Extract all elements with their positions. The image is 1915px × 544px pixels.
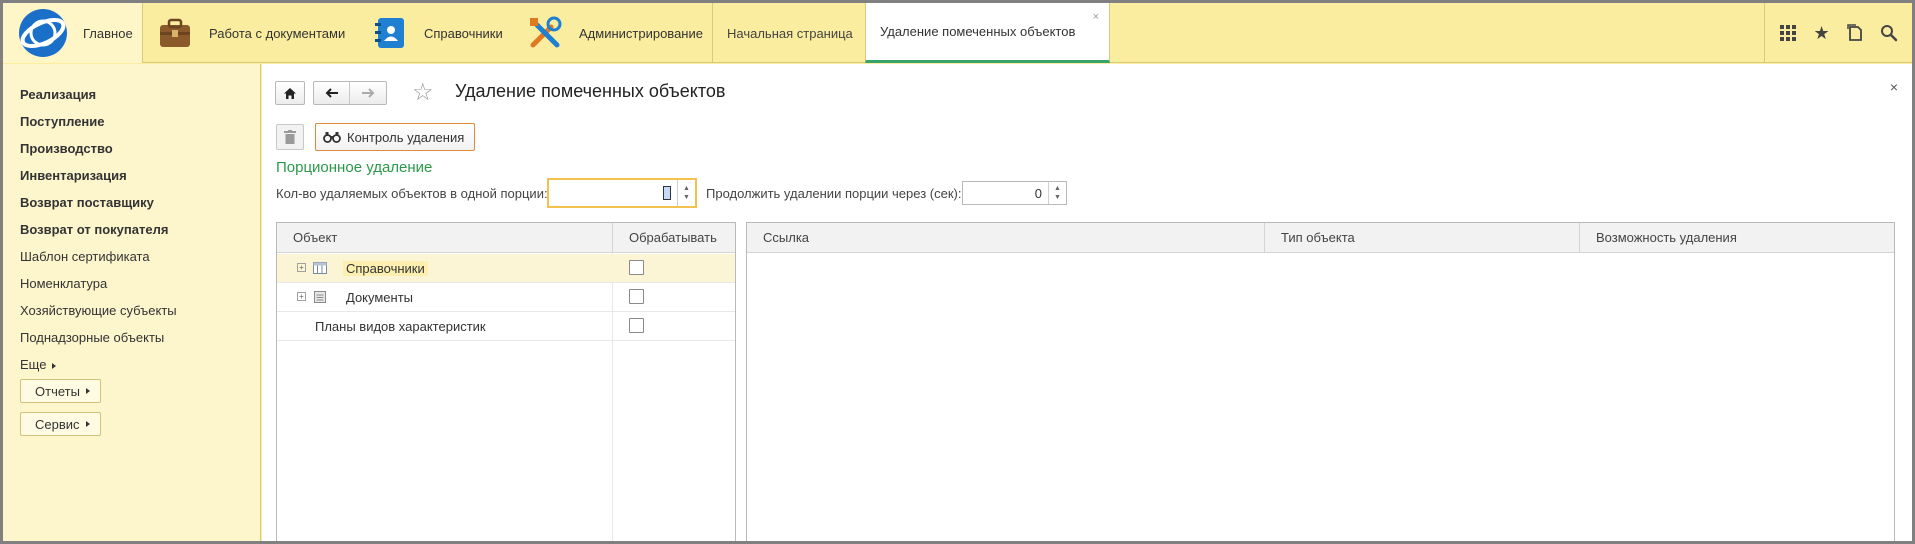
control-button-label: Контроль удаления	[347, 129, 465, 145]
back-button[interactable]	[314, 82, 350, 104]
row-label: Документы	[346, 290, 414, 305]
app-logo-icon	[19, 9, 67, 57]
tab-label: Начальная страница	[727, 25, 853, 41]
delete-button[interactable]	[276, 124, 304, 150]
table-row[interactable]: Планы видов характеристик	[277, 312, 735, 341]
column-object-type[interactable]: Тип объекта	[1264, 223, 1579, 253]
results-table: Ссылка Тип объекта Возможность удаления	[746, 222, 1895, 541]
delay-spinner[interactable]: ▲ ▼	[1048, 182, 1066, 204]
table-row[interactable]: + Справочники	[277, 254, 735, 283]
results-table-header: Ссылка Тип объекта Возможность удаления	[747, 223, 1894, 253]
column-deletion-possibility[interactable]: Возможность удаления	[1579, 223, 1894, 253]
home-label: Главное	[83, 25, 133, 41]
arrow-left-icon	[325, 88, 338, 98]
sidebar-item-more[interactable]: Еще	[20, 357, 57, 372]
spin-up-icon[interactable]: ▲	[683, 184, 690, 193]
deletion-control-button[interactable]: Контроль удаления	[315, 123, 475, 151]
page-title: Удаление помеченных объектов	[455, 81, 726, 101]
process-checkbox[interactable]	[629, 260, 644, 275]
section-catalogs[interactable]: Справочники	[372, 3, 503, 63]
trash-icon	[284, 130, 296, 144]
sidebar-item-receipts[interactable]: Поступление	[20, 114, 105, 129]
expand-toggle-icon[interactable]: +	[297, 263, 306, 272]
service-button[interactable]: Сервис	[20, 412, 101, 436]
sidebar: Реализация Поступление Производство Инве…	[3, 64, 261, 541]
sidebar-item-return-to-supplier[interactable]: Возврат поставщику	[20, 195, 154, 210]
section-label: Администрирование	[579, 25, 703, 41]
sidebar-item-supervised-objects[interactable]: Поднадзорные объекты	[20, 330, 164, 345]
home-section[interactable]: Главное	[3, 3, 143, 63]
caret-right-icon	[85, 388, 90, 394]
service-label: Сервис	[35, 416, 80, 432]
section-administration[interactable]: Администрирование	[527, 3, 703, 63]
tools-icon	[530, 16, 562, 48]
favorites-star-icon[interactable]: ★	[1811, 22, 1833, 44]
section-label: Работа с документами	[209, 25, 346, 41]
sidebar-item-production[interactable]: Производство	[20, 141, 113, 156]
tab-label: Удаление помеченных объектов	[880, 24, 1076, 39]
main-form: ☆ Удаление помеченных объектов × Контрол…	[262, 64, 1912, 541]
section-label: Справочники	[424, 25, 503, 41]
address-book-icon	[375, 18, 404, 48]
delay-seconds-value: 0	[1034, 185, 1042, 201]
spin-down-icon[interactable]: ▼	[1054, 193, 1061, 202]
text-cursor	[663, 186, 671, 200]
row-label: Справочники	[343, 254, 428, 283]
home-nav-button[interactable]	[275, 81, 305, 105]
document-icon	[314, 291, 326, 303]
reports-button[interactable]: Отчеты	[20, 379, 101, 403]
section-documents[interactable]: Работа с документами	[157, 3, 345, 63]
objects-table-header: Объект Обрабатывать	[277, 223, 735, 253]
portion-size-field[interactable]: ▲ ▼	[547, 178, 697, 208]
batch-deletion-group-title: Порционное удаление	[276, 159, 433, 176]
forward-button[interactable]	[350, 82, 386, 104]
delay-label: Продолжить удалении порции через (сек):	[706, 186, 962, 201]
caret-right-icon	[52, 363, 57, 369]
spin-down-icon[interactable]: ▼	[683, 193, 690, 202]
sidebar-item-business-entities[interactable]: Хозяйствующие субъекты	[20, 303, 177, 318]
process-checkbox[interactable]	[629, 318, 644, 333]
table-row[interactable]: + Документы	[277, 283, 735, 312]
expand-toggle-icon[interactable]: +	[297, 292, 306, 301]
app-window: Главное Работа с документами Справочники	[3, 3, 1912, 541]
briefcase-icon	[160, 18, 190, 47]
toolbar-tools: ★	[1764, 3, 1912, 63]
close-form-icon[interactable]: ×	[1890, 79, 1898, 95]
open-tabs: Начальная страница Удаление помеченных о…	[712, 3, 1110, 63]
column-process[interactable]: Обрабатывать	[612, 223, 737, 253]
add-to-favorites-star-icon[interactable]: ☆	[412, 78, 434, 107]
top-section-bar: Главное Работа с документами Справочники	[3, 3, 1912, 63]
search-icon[interactable]	[1878, 22, 1900, 44]
sidebar-item-return-from-customer[interactable]: Возврат от покупателя	[20, 222, 168, 237]
sidebar-item-nomenclature[interactable]: Номенклатура	[20, 276, 107, 291]
tab-close-icon[interactable]: ×	[1093, 11, 1099, 23]
sidebar-item-certificate-template[interactable]: Шаблон сертификата	[20, 249, 150, 264]
objects-table: Объект Обрабатывать + Справочники + Доку…	[276, 222, 736, 541]
sidebar-item-inventory[interactable]: Инвентаризация	[20, 168, 127, 183]
arrow-right-icon	[362, 88, 375, 98]
row-label-text: Справочники	[343, 261, 428, 276]
row-label: Планы видов характеристик	[315, 319, 486, 334]
catalog-icon	[313, 262, 327, 274]
tab-home-page[interactable]: Начальная страница	[713, 3, 865, 63]
caret-right-icon	[85, 421, 90, 427]
more-label: Еще	[20, 357, 47, 372]
apps-grid-icon[interactable]	[1777, 22, 1799, 44]
column-reference[interactable]: Ссылка	[747, 223, 1264, 253]
portion-size-spinner[interactable]: ▲ ▼	[677, 180, 695, 206]
delay-seconds-field[interactable]: 0 ▲ ▼	[962, 181, 1067, 205]
column-object[interactable]: Объект	[277, 223, 612, 253]
home-icon	[284, 87, 296, 99]
process-checkbox[interactable]	[629, 289, 644, 304]
sidebar-item-sales[interactable]: Реализация	[20, 87, 96, 102]
history-icon[interactable]	[1844, 22, 1866, 44]
reports-label: Отчеты	[35, 383, 80, 399]
binoculars-icon	[323, 132, 341, 143]
history-nav-group	[313, 81, 387, 105]
tab-delete-marked[interactable]: Удаление помеченных объектов ×	[865, 3, 1110, 63]
spin-up-icon[interactable]: ▲	[1054, 184, 1061, 193]
portion-size-label: Кол-во удаляемых объектов в одной порции…	[276, 186, 548, 201]
